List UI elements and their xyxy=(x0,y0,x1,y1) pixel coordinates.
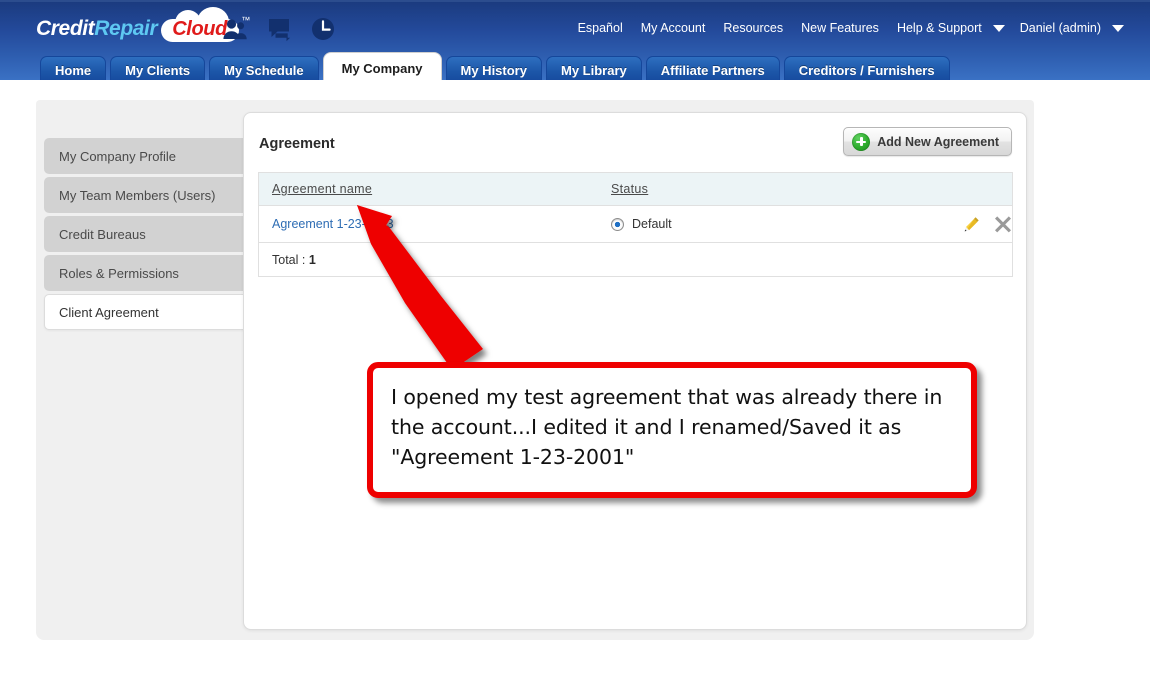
clock-icon[interactable] xyxy=(310,16,336,42)
logo[interactable]: Credit Repair Cloud ™ xyxy=(36,6,250,44)
topnav-item-user-menu[interactable]: Daniel (admin) xyxy=(1011,20,1110,37)
sidebar-item-client-agreement[interactable]: Client Agreement xyxy=(44,294,258,330)
close-x-icon[interactable] xyxy=(994,215,1012,233)
content-card: Agreement Add New Agreement Agreement na… xyxy=(243,112,1027,630)
logo-text-repair: Repair xyxy=(94,17,158,40)
trademark-symbol: ™ xyxy=(241,14,250,25)
tab-creditors-furnishers[interactable]: Creditors / Furnishers xyxy=(783,56,950,80)
add-new-agreement-button[interactable]: Add New Agreement xyxy=(843,127,1012,156)
tab-my-schedule[interactable]: My Schedule xyxy=(209,56,319,80)
default-radio-button[interactable] xyxy=(611,217,624,231)
cell-status: Default xyxy=(598,205,898,243)
chat-icon[interactable] xyxy=(266,16,292,42)
agreements-table: Agreement name Status Agreement 1-23-201… xyxy=(258,172,1013,277)
chevron-down-icon-help[interactable] xyxy=(992,24,1005,32)
plus-circle-icon xyxy=(852,132,871,151)
main-tab-bar: Home My Clients My Schedule My Company M… xyxy=(40,52,950,80)
table-row: Agreement 1-23-2013 Default xyxy=(258,205,1013,243)
cell-row-actions xyxy=(897,205,1013,243)
top-navigation: Español My Account Resources New Feature… xyxy=(569,20,1130,37)
total-value: 1 xyxy=(308,252,316,267)
tab-home[interactable]: Home xyxy=(40,56,107,80)
tab-my-clients[interactable]: My Clients xyxy=(110,56,206,80)
table-header-row: Agreement name Status xyxy=(258,172,1013,206)
sidebar-item-my-company-profile[interactable]: My Company Profile xyxy=(44,138,252,174)
topnav-item-resources[interactable]: Resources xyxy=(714,20,792,37)
total-label: Total : xyxy=(272,252,306,267)
sidebar-nav: My Company Profile My Team Members (User… xyxy=(44,138,258,333)
logo-text-cloud: Cloud xyxy=(172,17,227,40)
app-screenshot: Credit Repair Cloud ™ Español My Account… xyxy=(0,0,1150,690)
cell-total: Total : 1 xyxy=(259,243,599,277)
logo-text-credit: Credit xyxy=(36,17,95,40)
tab-my-company[interactable]: My Company xyxy=(322,52,442,80)
add-new-agreement-label: Add New Agreement xyxy=(877,134,999,149)
topnav-item-help-support[interactable]: Help & Support xyxy=(888,20,991,37)
topnav-item-espanol[interactable]: Español xyxy=(569,20,632,37)
sidebar-item-label: My Team Members (Users) xyxy=(59,187,216,203)
tab-my-history[interactable]: My History xyxy=(445,56,542,80)
sidebar-item-roles-permissions[interactable]: Roles & Permissions xyxy=(44,255,252,291)
agreement-name-link[interactable]: Agreement 1-23-2013 xyxy=(272,217,394,231)
chevron-down-icon-user[interactable] xyxy=(1112,24,1124,32)
pencil-icon[interactable] xyxy=(963,216,980,233)
sidebar-item-my-team-members[interactable]: My Team Members (Users) xyxy=(44,177,252,213)
status-label: Default xyxy=(632,217,672,231)
sidebar-item-label: Client Agreement xyxy=(59,304,159,320)
topnav-item-new-features[interactable]: New Features xyxy=(792,20,888,37)
sidebar-item-label: Credit Bureaus xyxy=(59,226,146,242)
column-header-agreement-name[interactable]: Agreement name xyxy=(258,172,598,206)
page-title: Agreement xyxy=(259,136,335,152)
sidebar-item-credit-bureaus[interactable]: Credit Bureaus xyxy=(44,216,252,252)
app-header: Credit Repair Cloud ™ Español My Account… xyxy=(0,0,1150,80)
header-quick-icons xyxy=(222,16,336,42)
sidebar-item-label: My Company Profile xyxy=(59,148,177,164)
column-header-status[interactable]: Status xyxy=(598,172,898,206)
table-total-row: Total : 1 xyxy=(259,243,1013,277)
sidebar-item-label: Roles & Permissions xyxy=(59,265,179,281)
tab-affiliate-partners[interactable]: Affiliate Partners xyxy=(645,56,780,80)
column-header-actions xyxy=(897,172,1013,206)
topnav-item-my-account[interactable]: My Account xyxy=(632,20,715,37)
tab-my-library[interactable]: My Library xyxy=(545,56,642,80)
page-container: My Company Profile My Team Members (User… xyxy=(36,100,1034,640)
cell-agreement-name: Agreement 1-23-2013 xyxy=(258,205,598,243)
